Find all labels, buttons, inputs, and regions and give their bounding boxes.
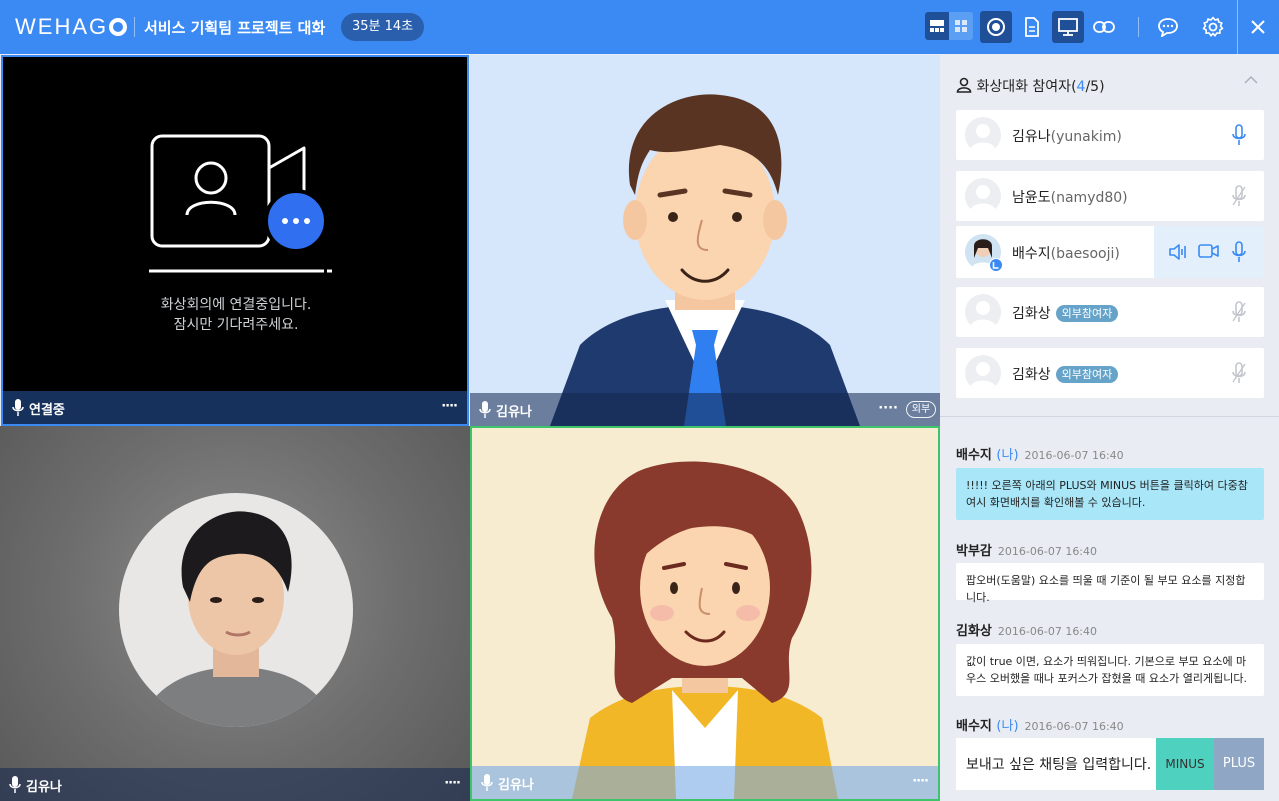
participant-name: 김유나(yunakim) (1012, 129, 1122, 145)
chat-message-bubble: !!!!! 오른쪽 아래의 PLUS와 MINUS 버튼을 클릭하여 다중참여시… (956, 468, 1264, 520)
panel-divider (940, 416, 1279, 417)
video-tile-participant[interactable]: 김유나 ···· (0, 426, 470, 801)
link-button[interactable] (1088, 11, 1120, 43)
mic-icon (9, 776, 21, 793)
app-logo: WEHAG (15, 14, 128, 40)
minus-button[interactable]: MINUS (1156, 738, 1214, 790)
chat-bubble-icon (1158, 18, 1178, 37)
header-divider (1138, 17, 1139, 37)
host-badge-icon (989, 258, 1003, 272)
male-avatar-illustration (550, 94, 860, 426)
more-options-icon[interactable]: ···· (444, 776, 461, 791)
participant-item[interactable]: 김화상 외부참여자 (956, 287, 1264, 337)
record-button[interactable] (980, 11, 1012, 43)
avatar (965, 355, 1001, 391)
participant-name: 김화상 외부참여자 (1012, 303, 1119, 323)
more-options-icon[interactable]: ···· (878, 401, 898, 416)
tile-name-bar: 김유나 ···· (472, 766, 938, 799)
document-button[interactable] (1016, 11, 1048, 43)
tile-name-bar: 연결중 ···· (3, 391, 467, 424)
video-tile-participant[interactable]: 김유나 ···· 외부 (470, 55, 940, 426)
mic-off-icon[interactable] (1232, 301, 1246, 323)
participants-count-total: /5) (1085, 79, 1105, 95)
layout-speaker-icon[interactable] (925, 12, 949, 40)
participant-item[interactable]: 김유나(yunakim) (956, 110, 1264, 160)
mic-icon (479, 401, 491, 418)
participants-title: 화상대화 참여자( (976, 79, 1077, 95)
participant-photo (119, 493, 353, 727)
female-avatar-illustration (572, 461, 838, 799)
chat-input-field[interactable]: 보내고 싶은 채팅을 입력합니다. (966, 754, 1151, 774)
gear-icon (1202, 16, 1224, 37)
header-bar: WEHAG 서비스 기획팀 프로젝트 대화 35분 14초 (0, 0, 1279, 54)
tile-name-bar: 김유나 ···· (0, 768, 470, 801)
monitor-icon (1058, 18, 1078, 36)
chevron-up-icon[interactable] (1244, 76, 1258, 84)
chat-message-meta: 배수지 (나) 2016-06-07 16:40 (956, 448, 1124, 463)
layout-grid-icon[interactable] (949, 12, 973, 40)
record-icon (987, 18, 1005, 36)
tile-name-bar: 김유나 ···· 외부 (470, 393, 940, 426)
participant-name: 남윤도(namyd80) (1012, 190, 1128, 206)
tile-participant-name: 김유나 (26, 780, 62, 795)
chat-toggle-button[interactable] (1152, 11, 1184, 43)
speaker-icon[interactable] (1168, 242, 1188, 262)
external-participant-badge: 외부참여자 (1055, 305, 1119, 322)
plus-button[interactable]: PLUS (1214, 738, 1264, 790)
participant-item[interactable]: 김화상 외부참여자 (956, 348, 1264, 398)
link-icon (1093, 21, 1115, 33)
settings-button[interactable] (1197, 11, 1229, 43)
mic-icon (481, 774, 493, 791)
header-divider (1237, 0, 1238, 54)
document-icon (1025, 17, 1039, 37)
avatar (965, 117, 1001, 153)
room-title: 서비스 기획팀 프로젝트 대화 (144, 19, 326, 37)
side-panel: 화상대화 참여자(4/5) 김유나(yunakim) 남윤도(namyd80) … (940, 54, 1279, 801)
close-icon (1251, 20, 1265, 34)
external-badge: 외부 (906, 401, 936, 418)
user-icon (956, 77, 972, 93)
mic-off-icon[interactable] (1232, 185, 1246, 207)
participant-name: 배수지(baesooji) (1012, 246, 1120, 262)
layout-toggle (925, 12, 973, 40)
tile-participant-name: 김유나 (498, 778, 534, 793)
chat-message-bubble: 값이 true 이면, 요소가 띄워집니다. 기본으로 부모 요소에 마우스 오… (956, 644, 1264, 696)
chat-message-bubble: 팝오버(도움말) 요소를 띄울 때 기준이 될 부모 요소를 지정합니다. (956, 563, 1264, 604)
avatar (965, 294, 1001, 330)
participant-name: 김화상 외부참여자 (1012, 364, 1119, 384)
mic-icon (12, 399, 24, 416)
mic-on-icon[interactable] (1232, 124, 1246, 146)
tile-participant-name: 김유나 (496, 405, 532, 420)
mic-off-icon[interactable] (1232, 362, 1246, 384)
chat-message-meta: 박부감 2016-06-07 16:40 (956, 544, 1098, 559)
tile-participant-name: 연결중 (29, 403, 65, 418)
participant-item[interactable]: 남윤도(namyd80) (956, 171, 1264, 221)
close-button[interactable] (1242, 11, 1274, 43)
video-tile-connecting[interactable]: 화상회의에 연결중입니다. 잠시만 기다려주세요. 연결중 ···· (1, 55, 469, 426)
chat-input-area: 보내고 싶은 채팅을 입력합니다. MINUS PLUS (956, 738, 1264, 790)
video-tile-active-speaker[interactable]: 김유나 ···· (470, 426, 940, 801)
more-options-icon[interactable]: ···· (912, 774, 929, 789)
participant-item-self[interactable]: 배수지(baesooji) (956, 226, 1264, 278)
avatar (965, 178, 1001, 214)
chat-message-meta: 배수지 (나) 2016-06-07 16:40 (956, 719, 1124, 734)
more-options-icon[interactable]: ···· (441, 399, 458, 414)
camera-user-icon (149, 134, 332, 273)
chat-message-meta: 김화상 2016-06-07 16:40 (956, 624, 1098, 639)
screen-share-button[interactable] (1052, 11, 1084, 43)
connecting-line-1: 화상회의에 연결중입니다. (160, 297, 312, 313)
mic-on-icon[interactable] (1232, 241, 1246, 263)
header-divider (134, 17, 135, 37)
call-timer: 35분 14초 (341, 13, 425, 41)
self-controls (1154, 226, 1264, 278)
participants-header: 화상대화 참여자(4/5) (956, 76, 1105, 96)
external-participant-badge: 외부참여자 (1055, 366, 1119, 383)
video-camera-icon[interactable] (1198, 243, 1220, 259)
connecting-line-2: 잠시만 기다려주세요. (173, 317, 299, 333)
connecting-message: 화상회의에 연결중입니다. 잠시만 기다려주세요. (3, 295, 467, 335)
